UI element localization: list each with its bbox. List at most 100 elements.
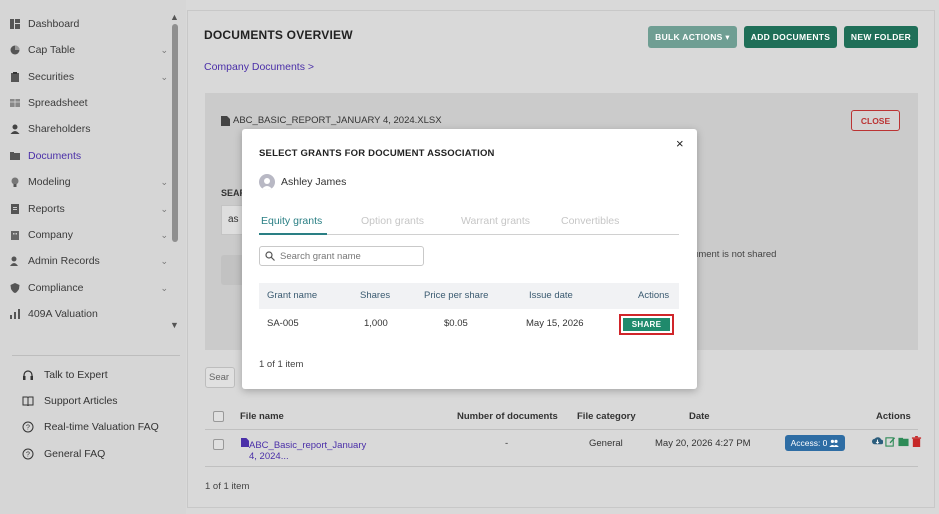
chevron-down-icon[interactable]: ⌄: [160, 256, 168, 267]
scroll-up-arrow-icon[interactable]: ▲: [170, 12, 179, 22]
tab-equity-grants[interactable]: Equity grants: [261, 215, 322, 227]
sidebar-item-company[interactable]: Company ⌄: [10, 225, 170, 245]
close-button[interactable]: CLOSE: [851, 110, 900, 131]
row-checkbox[interactable]: [213, 439, 224, 450]
sidebar-item-label: Company: [28, 229, 73, 241]
sidebar-item-modeling[interactable]: Modeling ⌄: [10, 172, 170, 192]
sidebar-item-shareholders[interactable]: Shareholders: [10, 119, 170, 139]
sidebar-item-securities[interactable]: Securities ⌄: [10, 67, 170, 87]
chevron-down-icon[interactable]: ⌄: [160, 283, 168, 294]
column-file-name: File name: [240, 411, 284, 422]
sidebar-divider: [12, 355, 180, 356]
new-folder-button[interactable]: NEW FOLDER: [844, 26, 918, 48]
grant-tabs: Equity grants Option grants Warrant gran…: [259, 213, 679, 235]
table-row: ABC_Basic_report_January 4, 2024... - Ge…: [205, 435, 922, 462]
chevron-down-icon[interactable]: ⌄: [160, 177, 168, 188]
sidebar-item-label: Modeling: [28, 176, 71, 188]
shield-icon: [10, 283, 20, 293]
row-actions: [872, 436, 922, 447]
date-cell: May 20, 2026 4:27 PM: [655, 438, 751, 449]
file-name-cell[interactable]: ABC_Basic_report_January 4, 2024...: [241, 438, 366, 462]
sidebar-item-label: Admin Records: [28, 255, 100, 267]
column-file-category: File category: [577, 411, 636, 422]
cloud-download-icon[interactable]: [872, 436, 883, 447]
pie-chart-icon: [10, 45, 20, 55]
tab-convertibles[interactable]: Convertibles: [561, 215, 619, 227]
chevron-down-icon[interactable]: ⌄: [160, 72, 168, 83]
scroll-down-arrow-icon[interactable]: ▼: [170, 320, 179, 330]
share-button-label: SHARE: [623, 318, 670, 331]
person-icon: [10, 124, 20, 134]
svg-text:?: ?: [26, 452, 30, 459]
bulk-actions-button[interactable]: BULK ACTIONS ▾: [648, 26, 737, 48]
close-icon[interactable]: ×: [676, 136, 684, 151]
sidebar-item-label: 409A Valuation: [28, 308, 98, 320]
chevron-down-icon[interactable]: ⌄: [160, 45, 168, 56]
grant-search-placeholder: Search grant name: [280, 250, 361, 262]
help-talk-to-expert[interactable]: Talk to Expert: [22, 366, 108, 384]
sidebar-item-label: Reports: [28, 203, 65, 215]
help-circle-icon: ?: [22, 448, 34, 460]
sidebar-item-label: Documents: [28, 150, 82, 162]
sidebar-item-reports[interactable]: Reports ⌄: [10, 199, 170, 219]
clipboard-icon: [10, 72, 20, 82]
sidebar-item-cap-table[interactable]: Cap Table ⌄: [10, 40, 170, 60]
file-search-input[interactable]: Sear: [205, 367, 235, 388]
sidebar-item-spreadsheet[interactable]: Spreadsheet: [10, 93, 170, 113]
files-table-header: File name Number of documents File categ…: [205, 409, 918, 426]
sidebar-item-dashboard[interactable]: Dashboard: [10, 14, 170, 34]
divider: [205, 429, 918, 430]
number-of-documents-cell: -: [505, 438, 509, 449]
help-label: Real-time Valuation FAQ: [44, 421, 159, 433]
access-badge[interactable]: Access: 0: [785, 435, 845, 451]
search-icon: [265, 251, 275, 261]
user-name: Ashley James: [281, 176, 347, 188]
panel-file-name: ABC_BASIC_REPORT_JANUARY 4, 2024.XLSX: [221, 115, 442, 126]
grants-table-header: Grant name Shares Price per share Issue …: [259, 283, 679, 309]
selected-user: Ashley James: [259, 174, 346, 190]
person-icon: [261, 178, 273, 190]
tab-option-grants[interactable]: Option grants: [361, 215, 424, 227]
svg-text:?: ?: [26, 425, 30, 432]
select-all-checkbox[interactable]: [213, 411, 224, 422]
sidebar-item-label: Securities: [28, 71, 75, 83]
issue-date-cell: May 15, 2026: [526, 318, 584, 329]
tab-warrant-grants[interactable]: Warrant grants: [461, 215, 530, 227]
folder-move-icon[interactable]: [898, 436, 909, 447]
file-link[interactable]: ABC_Basic_report_January 4, 2024...: [249, 440, 366, 462]
share-button[interactable]: SHARE: [619, 314, 674, 335]
help-support-articles[interactable]: Support Articles: [22, 392, 118, 410]
building-icon: [10, 230, 20, 240]
sidebar-item-compliance[interactable]: Compliance ⌄: [10, 278, 170, 298]
chevron-down-icon[interactable]: ⌄: [160, 204, 168, 215]
admin-icon: [10, 256, 20, 266]
edit-icon[interactable]: [885, 436, 896, 447]
grants-pager: 1 of 1 item: [259, 359, 304, 370]
sidebar-scrollbar[interactable]: [172, 24, 178, 242]
grant-name-cell: SA-005: [267, 318, 299, 329]
chevron-down-icon[interactable]: ⌄: [160, 230, 168, 241]
trash-icon[interactable]: [911, 436, 922, 447]
sidebar-item-409a-valuation[interactable]: 409A Valuation: [10, 304, 170, 324]
column-number-of-documents: Number of documents: [457, 411, 558, 422]
shares-cell: 1,000: [364, 318, 388, 329]
sidebar: Dashboard Cap Table ⌄ Securities ⌄ Sprea…: [0, 0, 186, 514]
column-grant-name: Grant name: [267, 290, 318, 301]
grant-search-input[interactable]: Search grant name: [259, 246, 424, 266]
divider: [205, 466, 918, 467]
file-icon: [221, 115, 230, 126]
help-general-faq[interactable]: ? General FAQ: [22, 445, 105, 463]
sidebar-item-admin-records[interactable]: Admin Records ⌄: [10, 251, 170, 271]
column-price-per-share: Price per share: [424, 290, 489, 301]
category-cell: General: [589, 438, 623, 449]
sidebar-item-label: Dashboard: [28, 18, 80, 30]
file-icon: [241, 438, 249, 447]
page-title: DOCUMENTS OVERVIEW: [204, 28, 353, 42]
active-tab-indicator: [259, 233, 327, 235]
help-realtime-valuation-faq[interactable]: ? Real-time Valuation FAQ: [22, 418, 159, 436]
price-cell: $0.05: [444, 318, 468, 329]
breadcrumb[interactable]: Company Documents >: [204, 61, 314, 73]
add-documents-button[interactable]: ADD DOCUMENTS: [744, 26, 837, 48]
sidebar-item-documents[interactable]: Documents: [10, 146, 170, 166]
help-label: Support Articles: [44, 395, 118, 407]
